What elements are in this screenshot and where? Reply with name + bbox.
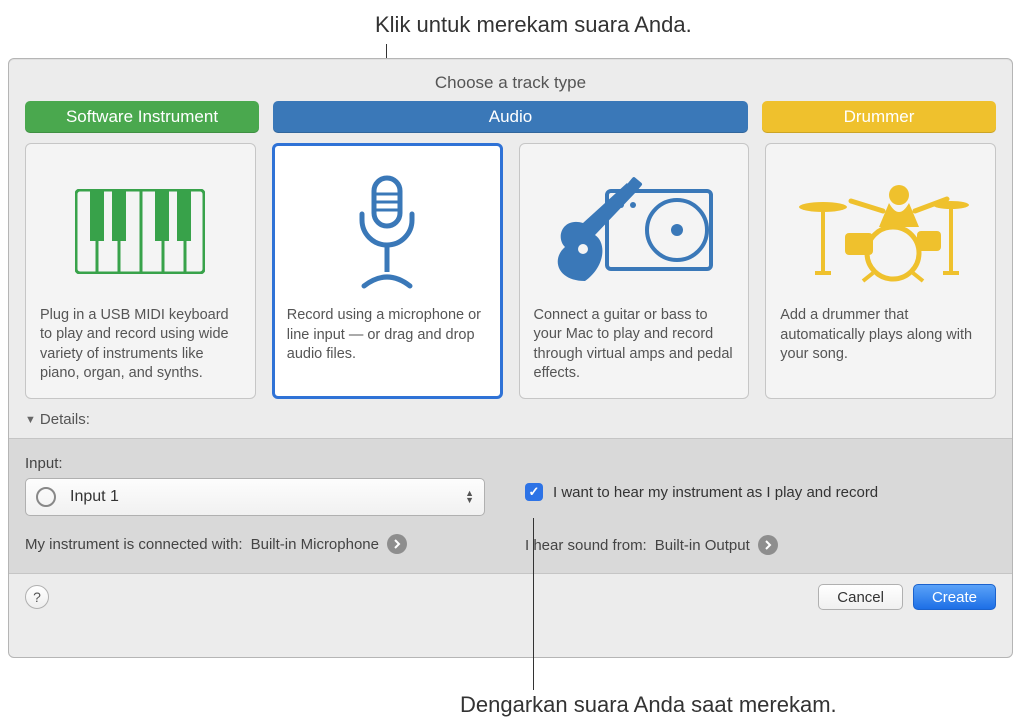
arrow-right-icon bbox=[387, 534, 407, 554]
checkbox-checked-icon: ✓ bbox=[525, 483, 543, 501]
question-icon: ? bbox=[33, 589, 41, 605]
annotation-bottom: Dengarkan suara Anda saat merekam. bbox=[460, 692, 837, 718]
create-button[interactable]: Create bbox=[913, 584, 996, 610]
card-guitar[interactable]: Connect a guitar or bass to your Mac to … bbox=[519, 143, 750, 399]
triangle-down-icon: ▼ bbox=[25, 414, 36, 426]
output-prefix: I hear sound from: bbox=[525, 537, 647, 554]
dialog-footer: ? Cancel Create bbox=[9, 574, 1012, 620]
monitor-label: I want to hear my instrument as I play a… bbox=[553, 484, 878, 501]
details-toggle[interactable]: ▼ Details: bbox=[9, 409, 1012, 438]
card-software-instrument[interactable]: Plug in a USB MIDI keyboard to play and … bbox=[25, 143, 256, 399]
input-select[interactable]: Input 1 ▲▼ bbox=[25, 478, 485, 516]
arrow-right-icon bbox=[758, 535, 778, 555]
card-microphone[interactable]: Record using a microphone or line input … bbox=[272, 143, 503, 399]
monitor-checkbox-row[interactable]: ✓ I want to hear my instrument as I play… bbox=[525, 483, 996, 501]
new-track-dialog: Choose a track type Software Instrument … bbox=[8, 58, 1013, 658]
instrument-connection[interactable]: My instrument is connected with: Built-i… bbox=[25, 534, 485, 554]
connection-prefix: My instrument is connected with: bbox=[25, 536, 243, 553]
card-drummer[interactable]: Add a drummer that automatically plays a… bbox=[765, 143, 996, 399]
input-ring-icon bbox=[36, 487, 56, 507]
annotation-line-bottom bbox=[533, 518, 534, 690]
card-desc: Connect a guitar or bass to your Mac to … bbox=[534, 306, 735, 384]
track-type-tabs: Software Instrument Audio Drummer bbox=[9, 101, 1012, 133]
details-label: Details: bbox=[40, 411, 90, 428]
connection-value: Built-in Microphone bbox=[251, 536, 379, 553]
guitar-amp-icon bbox=[534, 158, 735, 306]
drummer-icon bbox=[780, 158, 981, 306]
input-value: Input 1 bbox=[70, 488, 119, 506]
card-desc: Record using a microphone or line input … bbox=[287, 306, 488, 384]
dialog-title: Choose a track type bbox=[9, 59, 1012, 101]
keyboard-icon bbox=[40, 158, 241, 306]
input-label: Input: bbox=[25, 455, 485, 472]
track-cards: Plug in a USB MIDI keyboard to play and … bbox=[9, 133, 1012, 409]
annotation-top: Klik untuk merekam suara Anda. bbox=[375, 12, 692, 38]
updown-chevron-icon: ▲▼ bbox=[465, 490, 474, 504]
tab-audio[interactable]: Audio bbox=[273, 101, 748, 133]
card-desc: Plug in a USB MIDI keyboard to play and … bbox=[40, 306, 241, 384]
output-value: Built-in Output bbox=[655, 537, 750, 554]
help-button[interactable]: ? bbox=[25, 585, 49, 609]
microphone-icon bbox=[287, 158, 488, 306]
cancel-button[interactable]: Cancel bbox=[818, 584, 903, 610]
card-desc: Add a drummer that automatically plays a… bbox=[780, 306, 981, 384]
tab-software-instrument[interactable]: Software Instrument bbox=[25, 101, 259, 133]
tab-drummer[interactable]: Drummer bbox=[762, 101, 996, 133]
details-panel: Input: Input 1 ▲▼ My instrument is conne… bbox=[9, 438, 1012, 574]
output-connection[interactable]: I hear sound from: Built-in Output bbox=[525, 535, 996, 555]
